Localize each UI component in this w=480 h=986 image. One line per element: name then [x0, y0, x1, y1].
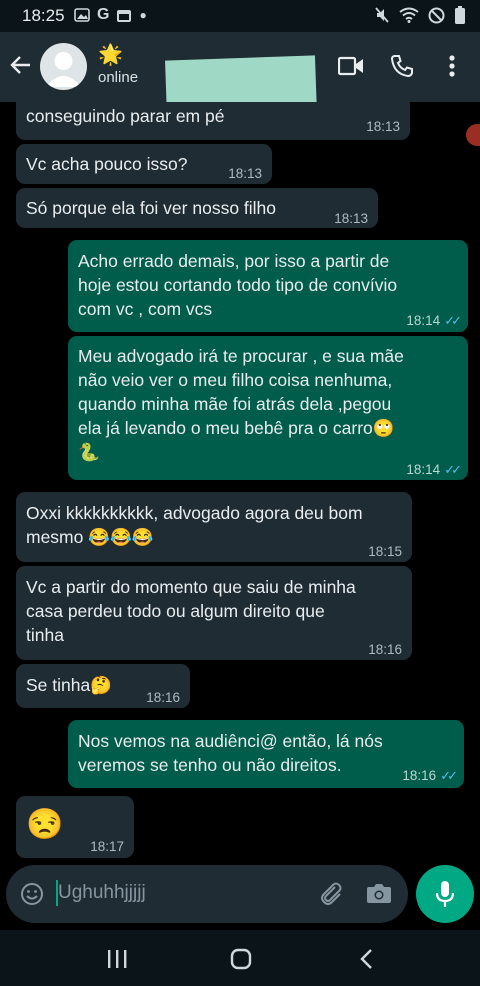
google-icon: G: [97, 6, 110, 23]
contact-name-emoji[interactable]: 🌟: [98, 42, 123, 67]
message-text: Vc acha pouco isso?: [26, 154, 188, 174]
chat-header: 🌟 online: [0, 32, 480, 119]
system-nav-bar: [0, 930, 480, 986]
no-signal-icon: [428, 7, 445, 23]
message-outgoing[interactable]: Nos vemos na audiênci@ então, lá nós ver…: [68, 720, 464, 788]
image-icon: [74, 8, 90, 22]
message-outgoing[interactable]: Acho errado demais, por isso a partir de…: [68, 240, 468, 332]
back-nav-icon[interactable]: [358, 948, 374, 970]
message-text: Só porque ela foi ver nosso filho: [26, 198, 277, 218]
message-time: 18:13: [366, 119, 400, 134]
home-icon[interactable]: [230, 948, 252, 970]
message-input[interactable]: Ughuhhjjjjj: [58, 882, 146, 904]
message-text: 😒: [26, 808, 64, 841]
message-text: Nos vemos na audiênci@ então, lá nós ver…: [78, 731, 383, 775]
message-time: 18:16: [368, 642, 402, 657]
message-incoming[interactable]: Só porque ela foi ver nosso filho 18:13: [16, 188, 378, 228]
status-bar: 18:25 G ●: [0, 0, 480, 32]
message-time: 18:13: [334, 211, 368, 226]
contact-status: online: [98, 69, 139, 86]
read-ticks-icon: ✓✓: [444, 313, 462, 328]
message-time: 18:17: [90, 839, 124, 854]
message-time: 18:14: [406, 462, 441, 477]
dot-icon: ●: [139, 8, 147, 22]
mic-button[interactable]: [416, 865, 474, 923]
mute-icon: [375, 7, 389, 23]
wifi-icon: [399, 7, 419, 23]
message-outgoing[interactable]: Meu advogado irá te procurar , e sua mãe…: [68, 336, 468, 480]
read-ticks-icon: ✓✓: [440, 768, 458, 783]
back-arrow-icon[interactable]: [10, 54, 32, 76]
message-time: 18:16: [402, 768, 437, 783]
message-incoming[interactable]: 😒 18:17: [16, 796, 134, 858]
default-avatar-icon: [46, 52, 81, 87]
message-time: 18:15: [368, 544, 402, 559]
video-call-icon[interactable]: [338, 56, 364, 76]
message-text: Meu advogado irá te procurar , e sua mãe…: [78, 346, 404, 462]
calendar-icon: [117, 9, 132, 22]
message-time: 18:13: [228, 166, 262, 181]
message-text: Oxxi kkkkkkkkkk, advogado agora deu bom …: [26, 503, 363, 547]
message-text: conseguindo parar em pé: [26, 106, 225, 126]
message-incoming[interactable]: Se tinha🤔 18:16: [16, 664, 190, 708]
camera-icon[interactable]: [366, 881, 392, 905]
message-text: Vc a partir do momento que saiu de minha…: [26, 577, 356, 645]
message-text: Acho errado demais, por isso a partir de…: [78, 251, 398, 319]
message-time: 18:14: [406, 313, 441, 328]
message-text: Se tinha🤔: [26, 675, 113, 695]
more-options-icon[interactable]: [448, 54, 456, 78]
read-ticks-icon: ✓✓: [444, 462, 462, 477]
message-composer[interactable]: Ughuhhjjjjj: [6, 865, 408, 923]
emoji-icon[interactable]: [20, 882, 44, 906]
message-incoming[interactable]: Oxxi kkkkkkkkkk, advogado agora deu bom …: [16, 492, 412, 562]
recent-apps-icon[interactable]: [106, 949, 128, 969]
message-incoming[interactable]: Vc acha pouco isso? 18:13: [16, 144, 272, 184]
message-incoming[interactable]: conseguindo parar em pé 18:13: [16, 102, 410, 140]
voice-call-icon[interactable]: [390, 54, 414, 78]
mic-icon: [435, 881, 455, 907]
attach-icon[interactable]: [319, 881, 343, 907]
message-incoming[interactable]: Vc a partir do momento que saiu de minha…: [16, 566, 412, 660]
message-time: 18:16: [146, 690, 180, 705]
battery-icon: [455, 6, 465, 24]
avatar[interactable]: [40, 43, 87, 90]
message-list[interactable]: conseguindo parar em pé 18:13 Vc acha po…: [0, 102, 480, 866]
status-time: 18:25: [22, 6, 65, 25]
